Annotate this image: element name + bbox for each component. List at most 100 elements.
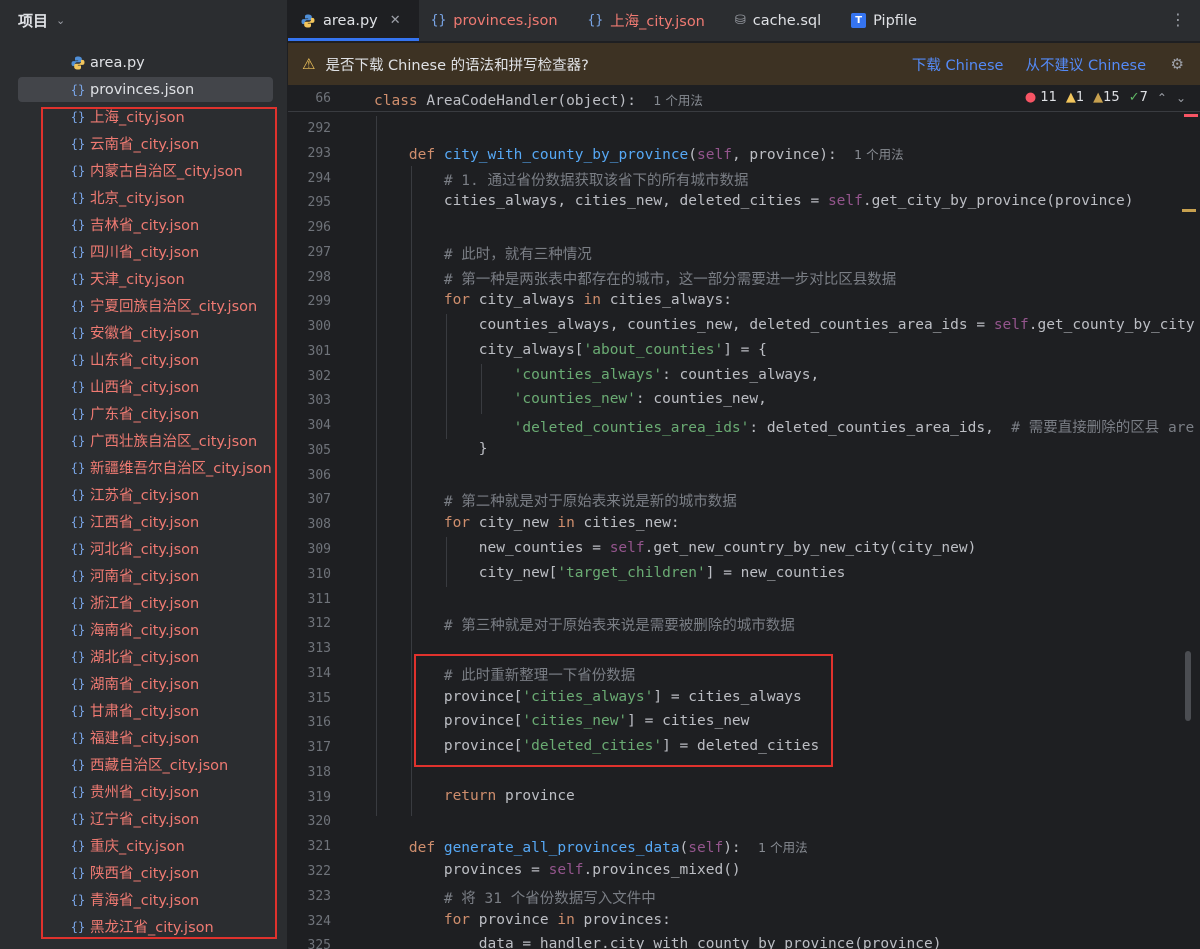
line-number: 309: [307, 542, 331, 558]
code-line[interactable]: 295 cities_always, cities_new, deleted_c…: [288, 190, 1188, 215]
gear-icon[interactable]: ⚙: [1171, 55, 1184, 73]
code-line[interactable]: 302 'counties_always': counties_always,: [288, 364, 1188, 389]
code-line[interactable]: 316 province['cities_new'] = cities_new: [288, 710, 1188, 735]
code-line[interactable]: 313: [288, 636, 1188, 661]
file-tree-item[interactable]: {} 黑龙江省_city.json: [0, 913, 287, 940]
previous-problem-icon[interactable]: ⌃: [1157, 91, 1167, 105]
code-line[interactable]: 315 province['cities_always'] = cities_a…: [288, 686, 1188, 711]
file-tree-item[interactable]: {} 福建省_city.json: [0, 724, 287, 751]
code-line[interactable]: 308 for city_new in cities_new:: [288, 512, 1188, 537]
more-options-icon[interactable]: ⋮: [1170, 10, 1186, 29]
code-line[interactable]: 321 def generate_all_provinces_data(self…: [288, 834, 1188, 859]
code-line[interactable]: 303 'counties_new': counties_new,: [288, 388, 1188, 413]
code-line[interactable]: 292: [288, 116, 1188, 141]
file-name: 西藏自治区_city.json: [90, 758, 229, 774]
file-tree-item[interactable]: {} 广东省_city.json: [0, 400, 287, 427]
file-tree-item[interactable]: {} 山东省_city.json: [0, 346, 287, 373]
code-line[interactable]: 323 # 将 31 个省份数据写入文件中: [288, 884, 1188, 909]
code-token: # 将 31 个省份数据写入文件中: [374, 890, 656, 907]
file-name: 江苏省_city.json: [90, 488, 200, 504]
file-tree-item[interactable]: {} 广西壮族自治区_city.json: [0, 427, 287, 454]
file-tree-item[interactable]: {} 上海_city.json: [0, 103, 287, 130]
code-line[interactable]: 311: [288, 587, 1188, 612]
editor-tab[interactable]: ⛁ cache.sql: [723, 0, 839, 41]
file-tree-item[interactable]: {} 陕西省_city.json: [0, 859, 287, 886]
never-suggest-link[interactable]: 从不建议 Chinese: [1025, 54, 1146, 75]
file-tree-item[interactable]: {} 湖南省_city.json: [0, 670, 287, 697]
code-line[interactable]: 325 data = handler.city_with_county_by_p…: [288, 933, 1188, 949]
file-tree-item[interactable]: area.py: [0, 49, 287, 76]
usage-hint[interactable]: 1 个用法: [653, 93, 702, 108]
close-icon[interactable]: ✕: [390, 13, 401, 28]
file-tree-item[interactable]: {} 山西省_city.json: [0, 373, 287, 400]
file-tree-item[interactable]: {} 安徽省_city.json: [0, 319, 287, 346]
code-line[interactable]: 322 provinces = self.provinces_mixed(): [288, 859, 1188, 884]
line-number: 303: [307, 393, 331, 409]
download-chinese-link[interactable]: 下载 Chinese: [912, 54, 1004, 75]
code-line[interactable]: 320: [288, 809, 1188, 834]
sticky-scope-header[interactable]: 66 class AreaCodeHandler(object): 1 个用法 …: [288, 86, 1200, 112]
code-line[interactable]: 296: [288, 215, 1188, 240]
file-tree-item[interactable]: {} 辽宁省_city.json: [0, 805, 287, 832]
inspection-widget[interactable]: ● 11 ▲1 ▲15 ✓7 ⌃ ⌄: [1025, 90, 1186, 105]
file-tree-item[interactable]: {} 浙江省_city.json: [0, 589, 287, 616]
file-tree-item[interactable]: {} 内蒙古自治区_city.json: [0, 157, 287, 184]
file-tree-item[interactable]: {} 吉林省_city.json: [0, 211, 287, 238]
file-tree-item[interactable]: {} 河南省_city.json: [0, 562, 287, 589]
code-line[interactable]: 309 new_counties = self.get_new_country_…: [288, 537, 1188, 562]
file-tree-item[interactable]: {} 青海省_city.json: [0, 886, 287, 913]
code-line[interactable]: 310 city_new['target_children'] = new_co…: [288, 562, 1188, 587]
error-stripe-marker[interactable]: [1184, 114, 1198, 117]
file-tree-item[interactable]: {} 贵州省_city.json: [0, 778, 287, 805]
editor-tab[interactable]: area.py ✕: [288, 0, 419, 41]
file-tree-item[interactable]: {} 河北省_city.json: [0, 535, 287, 562]
code-line[interactable]: 294 # 1. 通过省份数据获取该省下的所有城市数据: [288, 166, 1188, 191]
json-braces-icon: {}: [70, 298, 86, 313]
vertical-scrollbar[interactable]: [1185, 651, 1191, 721]
editor-tab[interactable]: {} provinces.json: [419, 0, 576, 41]
warning-stripe-marker[interactable]: [1182, 209, 1196, 212]
editor-tab[interactable]: T Pipfile: [839, 0, 935, 41]
file-tree-item[interactable]: {} 湖北省_city.json: [0, 643, 287, 670]
json-braces-icon: {}: [70, 568, 86, 583]
code-line[interactable]: 304 'deleted_counties_area_ids': deleted…: [288, 413, 1195, 438]
file-tree-item[interactable]: {} 北京_city.json: [0, 184, 287, 211]
code-text: # 将 31 个省份数据写入文件中: [374, 887, 656, 908]
file-name: 广东省_city.json: [90, 407, 200, 423]
usage-hint[interactable]: 1 个用法: [854, 147, 903, 162]
file-tree-item[interactable]: {} 云南省_city.json: [0, 130, 287, 157]
code-line[interactable]: 300 counties_always, counties_new, delet…: [288, 314, 1195, 339]
code-line[interactable]: 306: [288, 463, 1188, 488]
code-line[interactable]: 297 # 此时，就有三种情况: [288, 240, 1188, 265]
code-line[interactable]: 319 return province: [288, 785, 1188, 810]
file-tree-item[interactable]: {} provinces.json: [0, 76, 287, 103]
code-line[interactable]: 317 province['deleted_cities'] = deleted…: [288, 735, 1188, 760]
code-line[interactable]: 299 for city_always in cities_always:: [288, 289, 1188, 314]
project-view-selector[interactable]: 项目 ⌄: [0, 0, 287, 40]
file-tree-item[interactable]: {} 江西省_city.json: [0, 508, 287, 535]
code-line[interactable]: 301 city_always['about_counties'] = {: [288, 339, 1188, 364]
code-line[interactable]: 305 }: [288, 438, 1188, 463]
file-tree-item[interactable]: {} 海南省_city.json: [0, 616, 287, 643]
file-tree-item[interactable]: {} 江苏省_city.json: [0, 481, 287, 508]
error-icon: ●: [1024, 90, 1037, 105]
file-tree-item[interactable]: {} 宁夏回族自治区_city.json: [0, 292, 287, 319]
code-line[interactable]: 324 for province in provinces:: [288, 909, 1188, 934]
code-line[interactable]: 314 # 此时重新整理一下省份数据: [288, 661, 1188, 686]
editor-tab[interactable]: {} 上海_city.json: [576, 0, 723, 41]
code-line[interactable]: 307 # 第二种就是对于原始表来说是新的城市数据: [288, 487, 1188, 512]
code-line[interactable]: 293 def city_with_county_by_province(sel…: [288, 141, 1188, 166]
file-tree-item[interactable]: {} 四川省_city.json: [0, 238, 287, 265]
code-line[interactable]: 318: [288, 760, 1188, 785]
file-tree-item[interactable]: {} 甘肃省_city.json: [0, 697, 287, 724]
usage-hint[interactable]: 1 个用法: [758, 840, 807, 855]
next-problem-icon[interactable]: ⌄: [1176, 91, 1186, 105]
file-tree-item[interactable]: {} 西藏自治区_city.json: [0, 751, 287, 778]
code-editor[interactable]: 66 class AreaCodeHandler(object): 1 个用法 …: [288, 86, 1200, 949]
file-tree-item[interactable]: {} 新疆维吾尔自治区_city.json: [0, 454, 287, 481]
code-area[interactable]: 292 293 def city_with_county_by_province(…: [288, 116, 1195, 949]
code-line[interactable]: 312 # 第三种就是对于原始表来说是需要被删除的城市数据: [288, 611, 1188, 636]
file-tree-item[interactable]: {} 重庆_city.json: [0, 832, 287, 859]
file-tree-item[interactable]: {} 天津_city.json: [0, 265, 287, 292]
code-line[interactable]: 298 # 第一种是两张表中都存在的城市，这一部分需要进一步对比区县数据: [288, 265, 1188, 290]
